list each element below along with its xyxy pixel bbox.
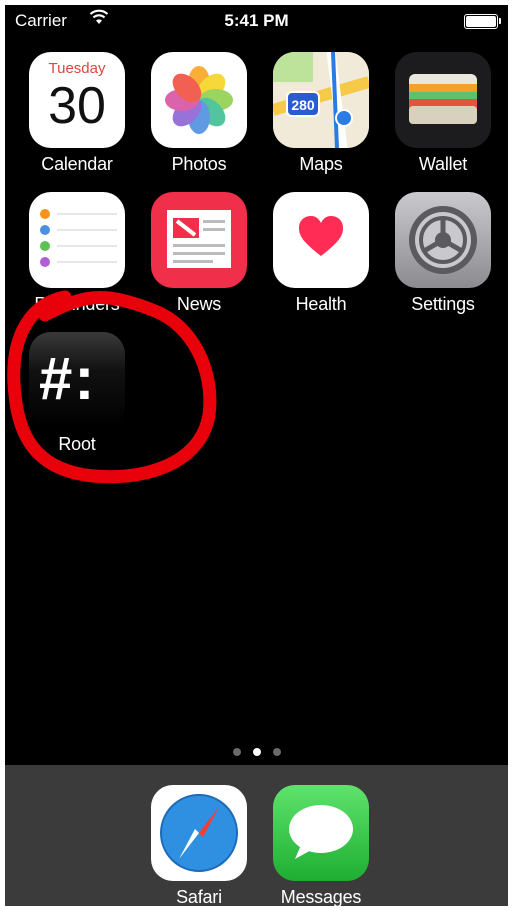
map-road-sign: 280 bbox=[291, 97, 315, 113]
app-label: Health bbox=[295, 294, 347, 314]
status-time: 5:41 PM bbox=[224, 11, 289, 30]
red-circle-annotation bbox=[7, 290, 217, 484]
maps-icon: 280 bbox=[273, 52, 369, 148]
page-dot-active bbox=[252, 748, 261, 756]
dock: Safari Messages bbox=[5, 765, 508, 906]
home-screen: Carrier 5:41 PM Tuesday 30 Calendar Phot… bbox=[5, 5, 508, 906]
page-dot bbox=[272, 748, 281, 756]
app-settings[interactable]: Settings bbox=[388, 192, 498, 315]
news-icon bbox=[151, 192, 247, 288]
app-maps[interactable]: 280 Maps bbox=[266, 52, 376, 175]
page-indicator[interactable] bbox=[5, 743, 508, 757]
health-icon bbox=[273, 192, 369, 288]
app-label: Wallet bbox=[418, 154, 468, 174]
app-label: Photos bbox=[171, 154, 227, 174]
battery-icon bbox=[464, 14, 501, 29]
app-label: Messages bbox=[280, 887, 362, 906]
app-calendar[interactable]: Tuesday 30 Calendar bbox=[22, 52, 132, 175]
app-photos[interactable]: Photos bbox=[144, 52, 254, 175]
page-dot bbox=[232, 748, 241, 756]
photos-icon bbox=[151, 52, 247, 148]
messages-icon bbox=[273, 785, 369, 881]
calendar-icon: Tuesday 30 bbox=[29, 52, 125, 148]
reminders-icon bbox=[29, 192, 125, 288]
app-label: Maps bbox=[299, 154, 343, 174]
app-label: Calendar bbox=[41, 154, 113, 174]
settings-icon bbox=[395, 192, 491, 288]
app-wallet[interactable]: Wallet bbox=[388, 52, 498, 175]
app-label: Safari bbox=[176, 887, 222, 906]
calendar-day-of-week: Tuesday bbox=[48, 60, 106, 77]
app-safari[interactable]: Safari bbox=[144, 785, 254, 906]
wallet-icon bbox=[395, 52, 491, 148]
status-bar: Carrier 5:41 PM bbox=[5, 5, 508, 39]
safari-icon bbox=[151, 785, 247, 881]
calendar-day: 30 bbox=[48, 77, 106, 135]
app-health[interactable]: Health bbox=[266, 192, 376, 315]
app-label: Settings bbox=[411, 294, 475, 314]
app-messages[interactable]: Messages bbox=[266, 785, 376, 906]
